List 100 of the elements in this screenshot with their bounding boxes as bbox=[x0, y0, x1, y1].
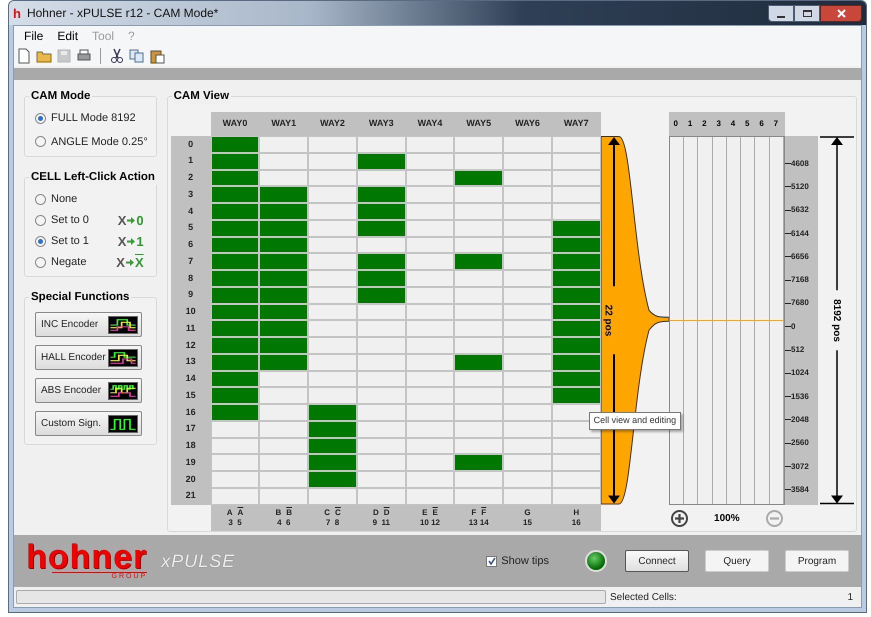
grid-cell[interactable] bbox=[454, 253, 504, 270]
grid-cell[interactable] bbox=[552, 253, 601, 270]
grid-cell[interactable] bbox=[552, 136, 601, 153]
grid-cell[interactable] bbox=[259, 304, 308, 320]
grid-cell[interactable] bbox=[210, 186, 260, 203]
grid-cell[interactable] bbox=[259, 203, 308, 220]
grid-cell[interactable] bbox=[552, 337, 601, 354]
grid-cell[interactable] bbox=[406, 170, 454, 186]
grid-cell[interactable] bbox=[210, 454, 260, 471]
grid-cell[interactable] bbox=[210, 387, 260, 404]
grid-cell[interactable] bbox=[454, 186, 504, 203]
grid-cell[interactable] bbox=[406, 488, 454, 504]
grid-cell[interactable] bbox=[210, 438, 260, 454]
grid-cell[interactable] bbox=[308, 354, 357, 370]
grid-cell[interactable] bbox=[259, 454, 308, 471]
grid-cell[interactable] bbox=[454, 152, 504, 170]
grid-cell[interactable] bbox=[406, 387, 454, 404]
grid-cell[interactable] bbox=[552, 471, 601, 488]
grid-cell[interactable] bbox=[210, 236, 260, 254]
grid-cell[interactable] bbox=[259, 438, 308, 454]
grid-cell[interactable] bbox=[552, 304, 601, 320]
grid-cell[interactable] bbox=[210, 270, 260, 287]
grid-cell[interactable] bbox=[454, 354, 504, 370]
grid-cell[interactable] bbox=[308, 488, 357, 504]
grid-cell[interactable] bbox=[356, 304, 406, 320]
grid-cell[interactable] bbox=[356, 438, 406, 454]
grid-cell[interactable] bbox=[259, 387, 308, 404]
grid-cell[interactable] bbox=[210, 420, 260, 438]
grid-cell[interactable] bbox=[356, 387, 406, 404]
grid-cell[interactable] bbox=[259, 471, 308, 488]
grid-cell[interactable] bbox=[454, 454, 504, 471]
action-button[interactable]: Program bbox=[785, 550, 849, 572]
grid-cell[interactable] bbox=[406, 270, 454, 287]
grid-cell[interactable] bbox=[503, 286, 552, 304]
grid-cell[interactable] bbox=[503, 471, 552, 488]
grid-cell[interactable] bbox=[356, 420, 406, 438]
new-file-icon[interactable] bbox=[16, 48, 32, 64]
grid-cell[interactable] bbox=[552, 186, 601, 203]
grid-cell[interactable] bbox=[356, 337, 406, 354]
grid-cell[interactable] bbox=[406, 253, 454, 270]
grid-cell[interactable] bbox=[308, 236, 357, 254]
grid-cell[interactable] bbox=[210, 370, 260, 388]
grid-cell[interactable] bbox=[552, 286, 601, 304]
grid-cell[interactable] bbox=[454, 370, 504, 388]
action-button[interactable]: Query bbox=[705, 550, 769, 572]
grid-cell[interactable] bbox=[356, 320, 406, 337]
grid-cell[interactable] bbox=[308, 186, 357, 203]
grid-cell[interactable] bbox=[259, 152, 308, 170]
grid-cell[interactable] bbox=[308, 337, 357, 354]
grid-cell[interactable] bbox=[406, 320, 454, 337]
grid-cell[interactable] bbox=[308, 253, 357, 270]
grid-cell[interactable] bbox=[356, 354, 406, 370]
grid-cell[interactable] bbox=[552, 270, 601, 287]
grid-cell[interactable] bbox=[503, 203, 552, 220]
grid-cell[interactable] bbox=[503, 136, 552, 153]
grid-cell[interactable] bbox=[308, 220, 357, 236]
grid-cell[interactable] bbox=[356, 286, 406, 304]
grid-cell[interactable] bbox=[552, 220, 601, 236]
grid-cell[interactable] bbox=[308, 404, 357, 421]
grid-cell[interactable] bbox=[406, 471, 454, 488]
grid-cell[interactable] bbox=[210, 220, 260, 236]
grid-cell[interactable] bbox=[406, 354, 454, 370]
grid-cell[interactable] bbox=[406, 404, 454, 421]
grid-cell[interactable] bbox=[454, 304, 504, 320]
maximize-button[interactable] bbox=[794, 4, 820, 22]
radio-button[interactable] bbox=[35, 236, 46, 247]
grid-cell[interactable] bbox=[503, 387, 552, 404]
grid-cell[interactable] bbox=[210, 170, 260, 186]
grid-cell[interactable] bbox=[503, 270, 552, 287]
grid-cell[interactable] bbox=[210, 253, 260, 270]
grid-cell[interactable] bbox=[406, 152, 454, 170]
grid-cell[interactable] bbox=[454, 270, 504, 287]
encoder-button[interactable]: HALL Encoder bbox=[35, 345, 142, 370]
grid-cell[interactable] bbox=[308, 270, 357, 287]
grid-cell[interactable] bbox=[406, 370, 454, 388]
grid-cell[interactable] bbox=[454, 420, 504, 438]
grid-cell[interactable] bbox=[503, 354, 552, 370]
grid-cell[interactable] bbox=[552, 438, 601, 454]
grid-cell[interactable] bbox=[406, 337, 454, 354]
grid-cell[interactable] bbox=[406, 136, 454, 153]
grid-cell[interactable] bbox=[552, 454, 601, 471]
grid-cell[interactable] bbox=[454, 488, 504, 504]
grid-cell[interactable] bbox=[356, 454, 406, 471]
radio-button[interactable] bbox=[35, 215, 46, 226]
radio-button[interactable] bbox=[35, 194, 46, 205]
encoder-button[interactable]: Custom Sign. bbox=[35, 411, 142, 436]
grid-cell[interactable] bbox=[210, 136, 260, 153]
grid-cell[interactable] bbox=[454, 286, 504, 304]
grid-cell[interactable] bbox=[308, 454, 357, 471]
grid-cell[interactable] bbox=[503, 420, 552, 438]
grid-cell[interactable] bbox=[552, 203, 601, 220]
grid-cell[interactable] bbox=[454, 220, 504, 236]
grid-cell[interactable] bbox=[356, 253, 406, 270]
grid-cell[interactable] bbox=[356, 404, 406, 421]
grid-cell[interactable] bbox=[210, 320, 260, 337]
grid-cell[interactable] bbox=[210, 304, 260, 320]
grid-cell[interactable] bbox=[552, 320, 601, 337]
clipboard-icon[interactable] bbox=[149, 48, 165, 64]
checkbox[interactable] bbox=[486, 556, 498, 566]
grid-cell[interactable] bbox=[503, 253, 552, 270]
